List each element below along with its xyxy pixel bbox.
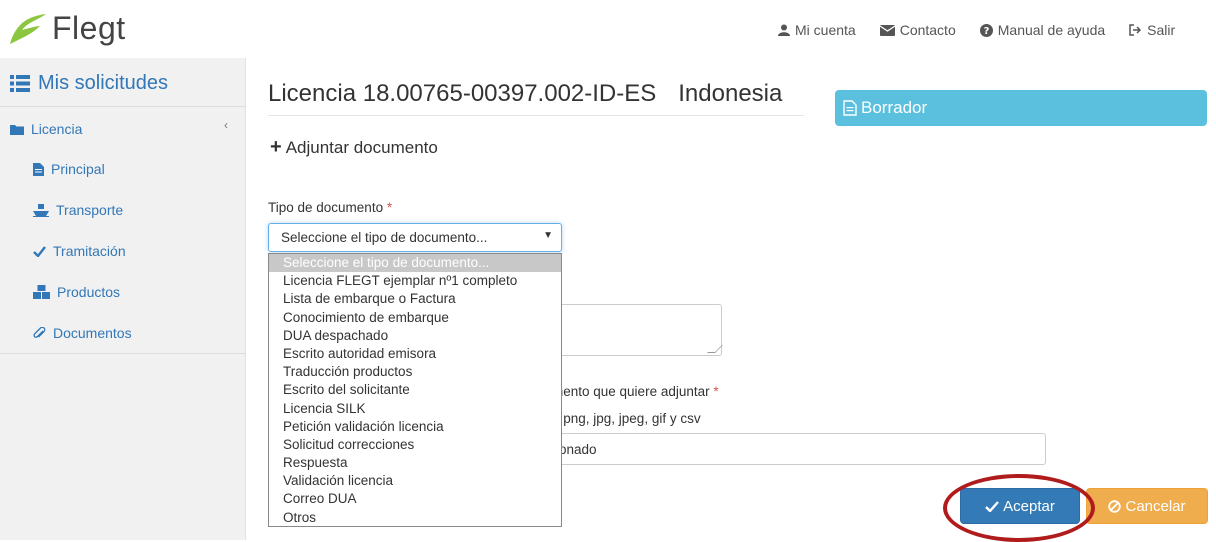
sidebar: Mis solicitudes Licencia ‹ Principal Tra… [0,58,246,540]
sidebar-title-label: Mis solicitudes [38,72,169,94]
sidebar-item-tramitacion[interactable]: Tramitación [33,243,126,259]
sidebar-item-documentos[interactable]: Documentos [33,325,132,341]
dropdown-option[interactable]: Solicitud correcciones [269,436,561,454]
dropdown-option[interactable]: Respuesta [269,454,561,472]
dropdown-option[interactable]: Licencia FLEGT ejemplar nº1 completo [269,272,561,290]
sidebar-item-productos[interactable]: Productos [33,284,120,300]
top-bar: Flegt Mi cuenta Contacto ? Manual de ayu… [0,0,1216,58]
page-title: Licencia 18.00765-00397.002-ID-ES Indones… [268,80,782,108]
sidebar-item-principal[interactable]: Principal [33,161,105,177]
envelope-icon [879,24,895,36]
dropdown-option[interactable]: Escrito autoridad emisora [269,345,561,363]
sidebar-item-label: Principal [51,161,105,177]
required-mark: * [713,384,719,399]
dropdown-option[interactable]: Petición validación licencia [269,418,561,436]
nav-label: Manual de ayuda [997,22,1106,38]
nav-contacto[interactable]: Contacto [879,22,956,38]
check-icon [33,245,46,257]
nav-salir[interactable]: Salir [1129,22,1175,38]
file-label: mento que quiere adjuntar * [552,384,719,399]
sidebar-item-label: Productos [57,284,121,300]
sidebar-item-label: Transporte [56,202,124,218]
paperclip-icon [33,326,46,338]
nav-label: Salir [1147,22,1176,38]
cancel-button[interactable]: Cancelar [1086,488,1208,524]
nav-mi-cuenta[interactable]: Mi cuenta [778,22,856,38]
folder-icon [10,124,24,135]
caret-down-icon: ▼ [543,230,553,241]
svg-text:?: ? [983,26,989,37]
doc-type-label: Tipo de documento * [268,200,392,215]
dropdown-option[interactable]: Validación licencia [269,472,561,490]
doc-type-dropdown-list[interactable]: Seleccione el tipo de documento... Licenc… [268,253,562,527]
divider [0,106,246,107]
chevron-left-icon[interactable]: ‹ [224,118,228,132]
dropdown-option[interactable]: Licencia SILK [269,400,561,418]
sign-out-icon [1129,24,1142,36]
file-text-icon [843,100,857,116]
sidebar-item-label: Tramitación [53,243,126,259]
sidebar-section-label: Licencia [31,121,83,137]
license-country: Indonesia [678,80,783,107]
sidebar-item-label: Documentos [53,325,132,341]
sidebar-item-transporte[interactable]: Transporte [33,202,123,218]
attach-document-heading: + Adjuntar documento [270,136,438,159]
nav-label: Mi cuenta [795,22,856,38]
logo-text: Flegt [52,10,126,46]
ban-icon [1108,499,1122,513]
nav-manual-de-ayuda[interactable]: ? Manual de ayuda [979,22,1106,38]
nav-label: Contacto [899,22,956,38]
file-icon [33,162,44,176]
divider [268,115,804,116]
top-navigation: Mi cuenta Contacto ? Manual de ayuda Sal… [778,22,1199,38]
list-icon [10,75,30,92]
file-input-value: ionado [556,442,597,457]
doc-type-select[interactable]: Seleccione el tipo de documento... ▼ [268,223,562,252]
resize-handle[interactable] [707,345,723,353]
leaf-icon [10,13,46,44]
file-input[interactable]: ionado [552,433,1046,465]
file-types-hint: t, png, jpg, jpeg, gif y csv [552,411,701,426]
highlight-ring [943,474,1095,542]
dropdown-option[interactable]: Otros [269,509,561,527]
required-mark: * [386,200,393,215]
sidebar-title[interactable]: Mis solicitudes [10,72,168,95]
cubes-icon [33,285,50,299]
dropdown-option[interactable]: Traducción productos [269,363,561,381]
dropdown-option[interactable]: Seleccione el tipo de documento... [269,254,561,273]
plus-icon: + [270,136,282,158]
license-number: Licencia 18.00765-00397.002-ID-ES [268,80,657,107]
dropdown-option[interactable]: Correo DUA [269,490,561,508]
dropdown-option[interactable]: DUA despachado [269,327,561,345]
flegt-logo[interactable]: Flegt [8,10,126,47]
description-textarea[interactable] [552,304,723,356]
user-icon [778,24,790,36]
dropdown-option[interactable]: Conocimiento de embarque [269,309,561,327]
select-value: Seleccione el tipo de documento... [281,230,488,245]
file-label-text: mento que quiere adjuntar [552,384,710,399]
attach-heading-label: Adjuntar documento [285,137,438,157]
doc-type-label-text: Tipo de documento [268,200,384,215]
cancel-label: Cancelar [1125,497,1186,515]
question-circle-icon: ? [979,23,993,37]
status-label: Borrador [861,98,928,117]
sidebar-section-licencia[interactable]: Licencia [10,121,82,137]
status-badge: Borrador [835,90,1207,126]
dropdown-option[interactable]: Escrito del solicitante [269,381,561,399]
dropdown-option[interactable]: Lista de embarque o Factura [269,290,561,308]
ship-icon [33,203,49,217]
divider [0,353,246,354]
